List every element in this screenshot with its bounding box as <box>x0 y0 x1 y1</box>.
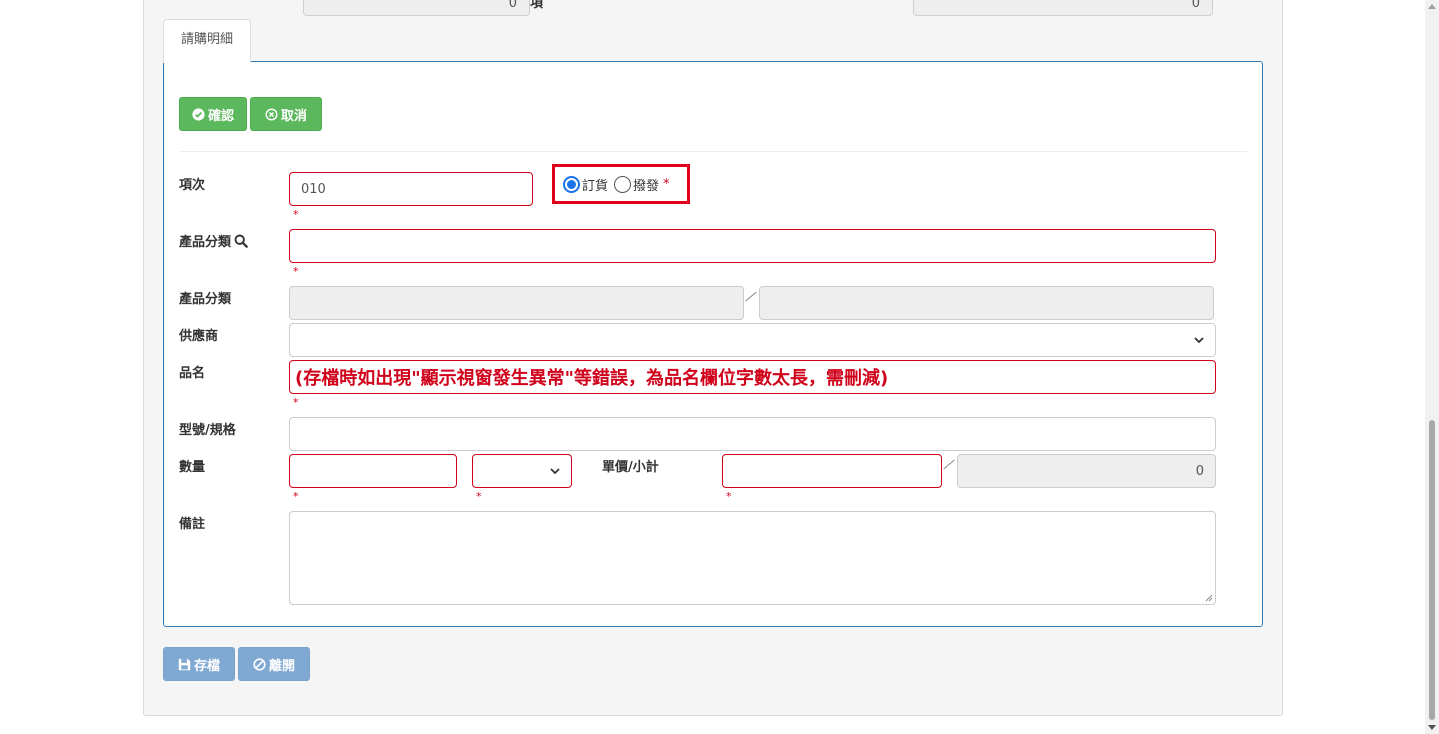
model-spec-label: 型號/規格 <box>179 423 236 438</box>
unit-required-mark: * <box>476 490 482 503</box>
page-scrollbar[interactable] <box>1425 0 1439 734</box>
confirm-label: 確認 <box>207 108 234 124</box>
category-readonly-label: 產品分類 <box>179 292 232 307</box>
product-name-value: (存檔時如出現"顯示視窗發生異常"等錯誤，為品名欄位字數太長，需刪減) <box>295 368 889 389</box>
price-label: 單價/小計 <box>602 460 659 475</box>
scroll-down-arrow-icon[interactable] <box>1428 725 1436 730</box>
item-no-label: 項次 <box>179 178 206 193</box>
chevron-down-icon <box>550 468 560 474</box>
unit-select[interactable] <box>472 454 572 488</box>
category-search-input[interactable] <box>289 229 1216 263</box>
item-no-value: 010 <box>301 181 326 197</box>
product-name-label: 品名 <box>179 366 206 381</box>
model-spec-input[interactable] <box>289 417 1216 451</box>
product-name-required-mark: * <box>293 396 299 409</box>
product-name-input[interactable]: (存檔時如出現"顯示視窗發生異常"等錯誤，為品名欄位字數太長，需刪減) <box>289 360 1216 394</box>
save-label: 存檔 <box>193 658 220 674</box>
tab-purchase-request-detail[interactable]: 請購明細 <box>163 19 251 63</box>
scroll-thumb[interactable] <box>1429 420 1435 720</box>
radio-transfer[interactable] <box>614 175 632 193</box>
order-type-radio-group: 訂貨 撥發 * <box>552 164 690 204</box>
times-circle-icon <box>265 107 278 121</box>
top-left-readonly-field: 0 <box>303 0 530 16</box>
remarks-label: 備註 <box>179 517 206 532</box>
search-icon[interactable] <box>234 234 248 248</box>
unit-price-required-mark: * <box>726 490 732 503</box>
unit-price-input[interactable] <box>722 454 942 488</box>
radio-transfer-label[interactable]: 撥發 <box>633 175 659 194</box>
radio-order[interactable] <box>563 175 580 193</box>
leave-label: 離開 <box>268 658 295 674</box>
confirm-button[interactable]: 確認 <box>179 97 247 131</box>
divider <box>179 151 1247 152</box>
subtotal-value: 0 <box>1195 463 1204 479</box>
item-no-input[interactable]: 010 <box>289 172 533 206</box>
remarks-textarea[interactable] <box>289 511 1216 605</box>
scroll-up-arrow-icon[interactable] <box>1428 4 1436 9</box>
supplier-label: 供應商 <box>179 329 219 344</box>
leave-button[interactable]: 離開 <box>238 647 310 681</box>
category-code-field <box>289 286 744 320</box>
item-no-required-mark: * <box>293 208 299 221</box>
top-right-readonly-field: 0 <box>913 0 1213 16</box>
quantity-label: 數量 <box>179 460 206 475</box>
cancel-label: 取消 <box>280 108 307 124</box>
category-search-label: 產品分類 <box>179 235 232 250</box>
subtotal-field: 0 <box>957 454 1216 488</box>
floppy-disk-icon <box>178 658 191 670</box>
order-type-required-mark: * <box>663 176 670 192</box>
quantity-required-mark: * <box>293 490 299 503</box>
cancel-button[interactable]: 取消 <box>250 97 322 131</box>
category-required-mark: * <box>293 265 299 278</box>
quantity-input[interactable] <box>289 454 457 488</box>
chevron-down-icon <box>1194 337 1204 343</box>
radio-order-label[interactable]: 訂貨 <box>582 175 608 194</box>
resize-grip-icon[interactable] <box>1205 594 1213 602</box>
check-circle-icon <box>192 107 205 121</box>
top-field-label: 項 <box>530 0 544 11</box>
supplier-select[interactable] <box>289 323 1216 357</box>
category-name-field <box>759 286 1214 320</box>
save-button[interactable]: 存檔 <box>163 647 235 681</box>
category-search-label-group: 產品分類 <box>179 231 248 250</box>
ban-icon <box>253 657 266 671</box>
